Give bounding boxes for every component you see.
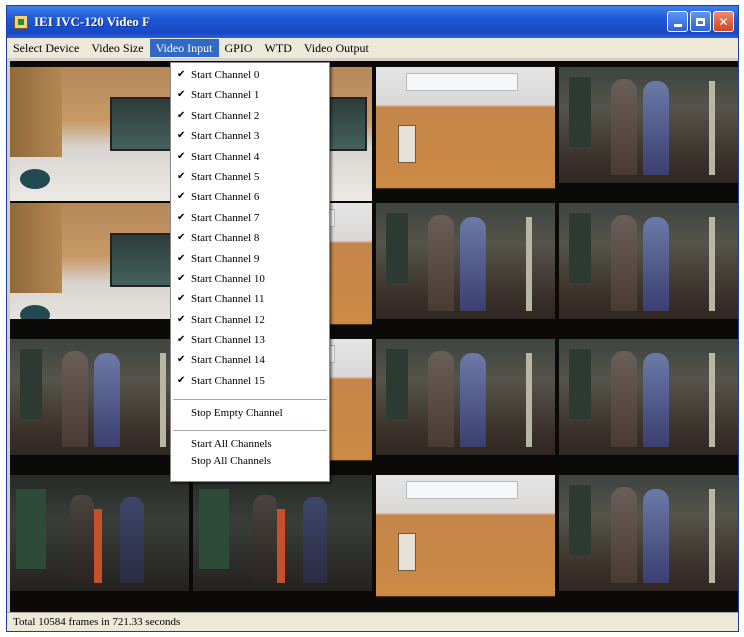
checkmark-icon: ✔	[177, 313, 186, 325]
maximize-button[interactable]	[690, 11, 711, 32]
menu-item-start-channel-2[interactable]: ✔ Start Channel 2	[171, 106, 329, 126]
window-title: IEI IVC-120 Video F	[34, 14, 150, 29]
menu-item-start-channel-10[interactable]: ✔ Start Channel 10	[171, 269, 329, 289]
minimize-icon	[673, 23, 682, 27]
menu-item-start-all-channels[interactable]: Start All Channels	[171, 436, 329, 453]
menu-item-label: Start Channel 13	[191, 334, 265, 347]
app-icon	[14, 15, 28, 29]
menu-item-label: Start Channel 14	[191, 354, 265, 367]
checkmark-icon: ✔	[177, 150, 186, 162]
menu-item-label: Start Channel 1	[191, 89, 260, 102]
video-channel-tile[interactable]	[376, 339, 555, 473]
checkmark-icon: ✔	[177, 334, 186, 346]
menu-item-start-channel-11[interactable]: ✔ Start Channel 11	[171, 289, 329, 309]
title-bar[interactable]: IEI IVC-120 Video F ✕	[7, 6, 738, 38]
menu-bar: Select Device Video Size Video Input GPI…	[7, 38, 738, 58]
window-controls: ✕	[667, 11, 734, 32]
menu-item-start-channel-9[interactable]: ✔ Start Channel 9	[171, 249, 329, 269]
checkmark-icon: ✔	[177, 191, 186, 203]
menu-item-label: Start Channel 0	[191, 69, 260, 81]
menu-item-label: Start Channel 12	[191, 313, 265, 326]
maximize-icon	[696, 17, 705, 26]
checkmark-icon: ✔	[177, 374, 186, 386]
video-channel-tile[interactable]	[10, 67, 189, 201]
menu-item-start-channel-0[interactable]: ✔ Start Channel 0	[171, 65, 329, 85]
video-channel-tile[interactable]	[559, 475, 738, 609]
status-bar: Total 10584 frames in 721.33 seconds	[7, 612, 738, 631]
menu-item-label: Start Channel 4	[191, 150, 260, 163]
menu-item-label: Start Channel 3	[191, 130, 260, 143]
menu-video-size[interactable]: Video Size	[85, 39, 149, 57]
checkmark-icon: ✔	[177, 211, 186, 223]
menu-item-label: Start Channel 2	[191, 109, 260, 122]
menu-item-label: Start Channel 10	[191, 272, 265, 285]
video-input-menu: ✔ Start Channel 0 ✔ Start Channel 1 ✔ Start…	[170, 62, 330, 482]
checkmark-icon: ✔	[177, 293, 186, 305]
app-window: IEI IVC-120 Video F ✕ Select Device Vide…	[6, 5, 739, 632]
close-icon: ✕	[718, 14, 729, 29]
menu-video-input[interactable]: Video Input	[149, 39, 219, 57]
menu-item-label: Start Channel 5	[191, 170, 260, 183]
video-channel-tile[interactable]	[376, 203, 555, 337]
menu-item-start-channel-13[interactable]: ✔ Start Channel 13	[171, 330, 329, 350]
menu-item-label: Start Channel 8	[191, 232, 260, 245]
video-channel-tile[interactable]	[559, 339, 738, 473]
menu-item-label: Start Channel 7	[191, 211, 260, 224]
checkmark-icon: ✔	[177, 109, 186, 121]
checkmark-icon: ✔	[177, 130, 186, 142]
menu-item-start-channel-8[interactable]: ✔ Start Channel 8	[171, 228, 329, 248]
menu-item-label: Start Channel 15	[191, 374, 265, 387]
menu-separator	[173, 430, 327, 432]
checkmark-icon: ✔	[177, 69, 186, 80]
video-channel-tile[interactable]	[376, 475, 555, 609]
menu-item-stop-empty-channel[interactable]: Stop Empty Channel	[171, 405, 329, 422]
menu-select-device[interactable]: Select Device	[7, 39, 85, 57]
video-channel-tile[interactable]	[10, 475, 189, 609]
minimize-button[interactable]	[667, 11, 688, 32]
menu-item-start-channel-1[interactable]: ✔ Start Channel 1	[171, 85, 329, 105]
video-channel-tile[interactable]	[559, 203, 738, 337]
checkmark-icon: ✔	[177, 252, 186, 264]
video-channel-tile[interactable]	[376, 67, 555, 201]
menu-gpio[interactable]: GPIO	[219, 39, 259, 57]
menu-wtd[interactable]: WTD	[259, 39, 298, 57]
checkmark-icon: ✔	[177, 170, 186, 182]
menu-item-label: Start Channel 9	[191, 252, 260, 265]
checkmark-icon: ✔	[177, 89, 186, 101]
menu-item-start-channel-14[interactable]: ✔ Start Channel 14	[171, 350, 329, 370]
menu-item-start-channel-6[interactable]: ✔ Start Channel 6	[171, 187, 329, 207]
menu-video-output[interactable]: Video Output	[298, 39, 375, 57]
menu-item-start-channel-15[interactable]: ✔ Start Channel 15	[171, 371, 329, 391]
menu-item-start-channel-3[interactable]: ✔ Start Channel 3	[171, 126, 329, 146]
checkmark-icon: ✔	[177, 232, 186, 244]
video-channel-tile[interactable]	[559, 67, 738, 201]
menu-item-start-channel-5[interactable]: ✔ Start Channel 5	[171, 167, 329, 187]
video-channel-tile[interactable]	[10, 339, 189, 473]
video-grid	[10, 61, 738, 614]
video-channel-tile[interactable]	[193, 475, 372, 609]
checkmark-icon: ✔	[177, 354, 186, 366]
close-button[interactable]: ✕	[713, 11, 734, 32]
checkmark-icon: ✔	[177, 272, 186, 284]
menu-item-start-channel-4[interactable]: ✔ Start Channel 4	[171, 147, 329, 167]
video-channel-tile[interactable]	[10, 203, 189, 337]
menu-item-label: Start Channel 6	[191, 191, 260, 204]
menu-item-start-channel-7[interactable]: ✔ Start Channel 7	[171, 208, 329, 228]
menu-item-stop-all-channels[interactable]: Stop All Channels	[171, 453, 329, 470]
menu-item-label: Start Channel 11	[191, 293, 265, 306]
menu-separator	[173, 399, 327, 401]
menu-item-start-channel-12[interactable]: ✔ Start Channel 12	[171, 310, 329, 330]
